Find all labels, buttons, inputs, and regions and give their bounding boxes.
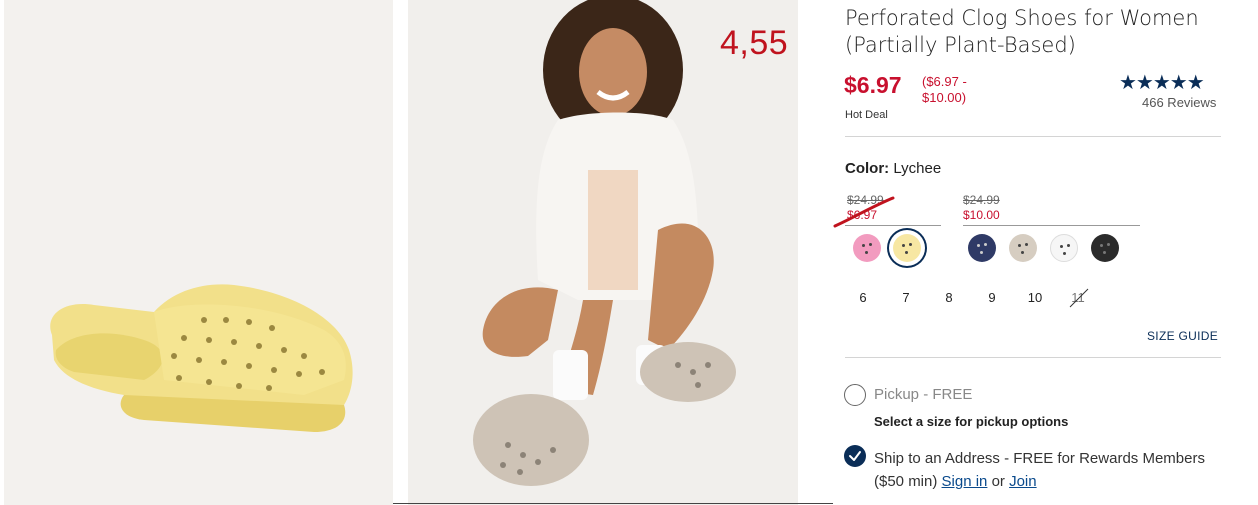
divider	[845, 357, 1221, 358]
color-swatch-white[interactable]	[1050, 234, 1078, 262]
pickup-label[interactable]: Pickup - FREE	[874, 386, 972, 403]
color-label: Color: Lychee	[845, 160, 942, 177]
product-image-clog[interactable]	[4, 0, 393, 505]
size-guide-link[interactable]: SIZE GUIDE	[1147, 329, 1218, 343]
reviews-link[interactable]: 466 Reviews	[1142, 95, 1216, 110]
pickup-note: Select a size for pickup options	[874, 414, 1069, 429]
size-option-9[interactable]: 9	[977, 290, 1007, 305]
color-swatch-taupe[interactable]	[1009, 234, 1037, 262]
size-option-11-unavailable[interactable]: 11	[1063, 288, 1093, 308]
red-strike-annotation	[833, 196, 895, 228]
checkmark-icon	[849, 451, 861, 461]
ship-to-address-label[interactable]: Ship to an Address - FREE for Rewards Me…	[874, 447, 1234, 493]
color-swatch-black[interactable]	[1091, 234, 1119, 262]
size-option-8[interactable]: 8	[934, 290, 964, 305]
clog-illustration	[4, 0, 393, 505]
size-option-6[interactable]: 6	[848, 290, 878, 305]
product-title: Perforated Clog Shoes for Women (Partial…	[845, 6, 1199, 57]
sign-in-link[interactable]: Sign in	[942, 473, 988, 490]
product-image-model[interactable]	[408, 0, 798, 505]
pickup-radio[interactable]	[844, 384, 866, 406]
swatch-group-price-2: $24.99 $10.00	[963, 193, 1000, 222]
overlay-annotation-number: 4,55	[720, 24, 789, 62]
selected-color-value: Lychee	[893, 160, 942, 177]
model-illustration	[408, 0, 798, 505]
sale-price: $6.97	[844, 72, 902, 98]
color-swatch-pink[interactable]	[853, 234, 881, 262]
swatch-group-divider	[963, 225, 1140, 226]
rating-stars-icon[interactable]: ★★★★★	[1119, 70, 1205, 95]
size-option-10[interactable]: 10	[1020, 290, 1050, 305]
size-option-7[interactable]: 7	[891, 290, 921, 305]
color-swatch-lychee[interactable]	[893, 234, 921, 262]
join-link[interactable]: Join	[1009, 473, 1037, 490]
hot-deal-label: Hot Deal	[845, 109, 888, 121]
color-swatch-navy[interactable]	[968, 234, 996, 262]
price-range: ($6.97 - $10.00)	[922, 74, 967, 105]
bottom-divider	[393, 503, 833, 504]
divider	[845, 136, 1221, 137]
unavailable-slash-icon	[1069, 288, 1089, 308]
ship-radio-selected[interactable]	[844, 445, 866, 467]
